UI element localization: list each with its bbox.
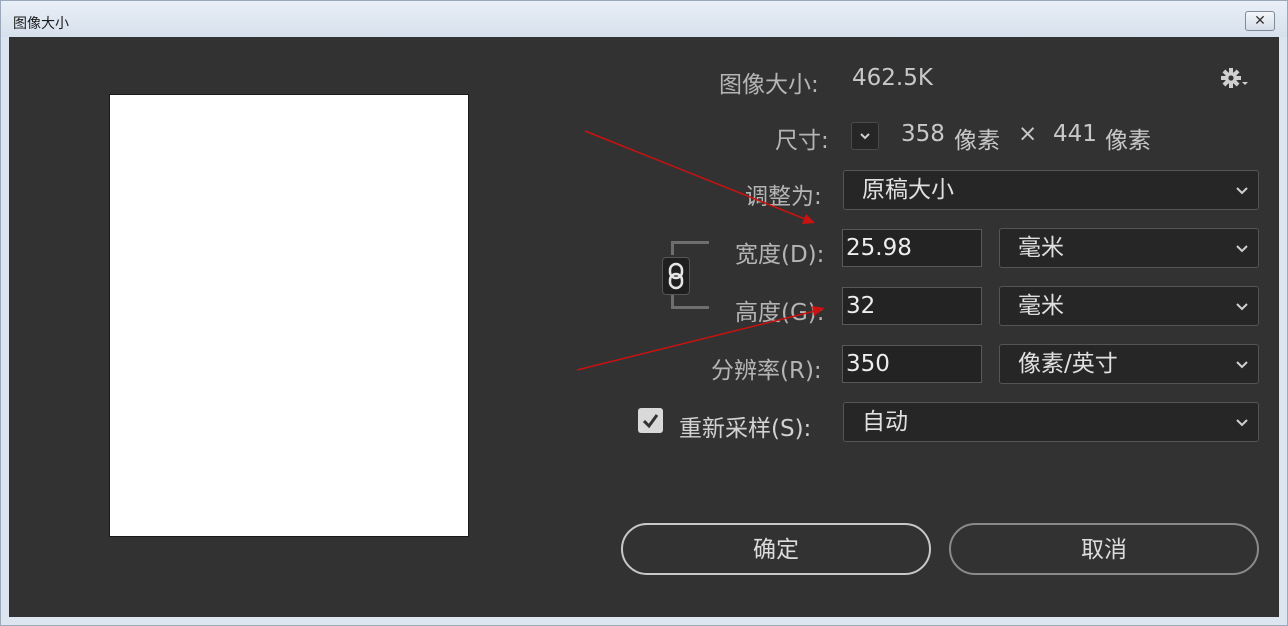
dialog-body: 图像大小: 462.5K 尺寸: 358 像素 × 441 像素 调整为: 原稿… [9, 37, 1279, 617]
title-bar[interactable]: 图像大小 ✕ [1, 1, 1287, 37]
window-title: 图像大小 [13, 16, 69, 32]
close-button[interactable]: ✕ [1245, 11, 1275, 31]
image-size-dialog: 图像大小 ✕ 图像大小: 462.5K 尺寸: 358 像素 × 441 像素 … [0, 0, 1288, 626]
annotation-arrowhead-height [812, 306, 825, 316]
annotation-arrow-height [576, 310, 816, 371]
annotation-arrows [576, 130, 825, 371]
annotation-arrow-width [584, 130, 806, 220]
